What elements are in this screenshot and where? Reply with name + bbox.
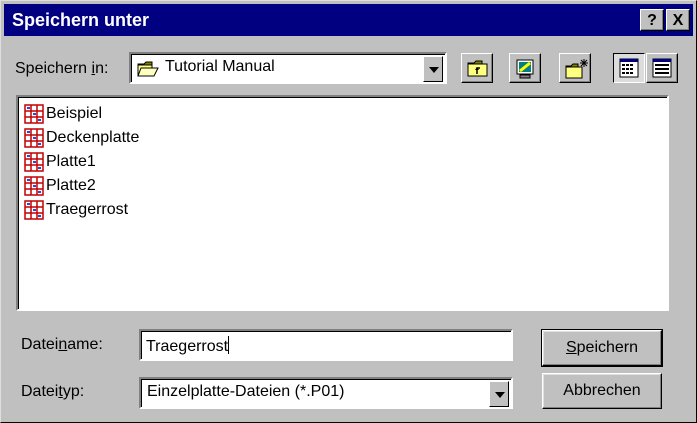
save-button[interactable]: Speichern xyxy=(541,329,663,367)
filetype-value: Einzelplatte-Dateien (*.P01) xyxy=(147,383,345,400)
file-name: Deckenplatte xyxy=(46,129,140,146)
save-in-value: Tutorial Manual xyxy=(165,58,275,75)
filetype-label: Dateityp: xyxy=(21,383,85,400)
list-view-icon xyxy=(619,58,639,78)
plate-file-icon xyxy=(24,128,44,148)
details-view-button[interactable] xyxy=(646,53,678,83)
new-folder-icon xyxy=(565,59,588,79)
title-bar[interactable]: Speichern unter ? X xyxy=(4,4,693,36)
save-as-dialog: Speichern unter ? X Speichern in: Tutori… xyxy=(0,0,697,423)
help-button[interactable]: ? xyxy=(640,9,664,31)
plate-file-icon xyxy=(24,104,44,124)
dialog-title: Speichern unter xyxy=(12,10,150,30)
filename-label: Dateiname: xyxy=(21,336,103,353)
filetype-dropdown-button[interactable] xyxy=(489,381,509,407)
plate-file-icon xyxy=(24,176,44,196)
details-view-icon xyxy=(652,58,672,78)
folder-open-icon xyxy=(137,61,159,77)
close-button[interactable]: X xyxy=(666,9,690,31)
desktop-button[interactable] xyxy=(509,53,541,83)
folder-up-icon xyxy=(467,60,488,77)
file-list[interactable]: Beispiel Deckenplatte Platte1 Platte2 Tr… xyxy=(16,95,669,311)
file-name: Beispiel xyxy=(46,105,103,122)
plate-file-icon xyxy=(24,200,44,220)
save-in-combo[interactable]: Tutorial Manual xyxy=(129,52,447,84)
new-folder-button[interactable] xyxy=(559,53,591,83)
list-view-button[interactable] xyxy=(613,53,645,83)
cancel-button[interactable]: Abbrechen xyxy=(542,373,662,409)
desktop-icon xyxy=(516,59,534,79)
save-in-label: Speichern in: xyxy=(15,60,109,77)
plate-file-icon xyxy=(24,152,44,172)
file-name: Platte1 xyxy=(46,153,96,170)
file-name: Traegerrost xyxy=(46,201,129,218)
file-name: Platte2 xyxy=(46,177,96,194)
save-in-dropdown-button[interactable] xyxy=(423,56,443,82)
filename-value: Traegerrost xyxy=(146,336,230,355)
filetype-combo[interactable]: Einzelplatte-Dateien (*.P01) xyxy=(139,377,513,409)
text-caret xyxy=(228,336,230,354)
up-folder-button[interactable] xyxy=(461,53,493,83)
filename-input[interactable]: Traegerrost xyxy=(139,329,513,361)
